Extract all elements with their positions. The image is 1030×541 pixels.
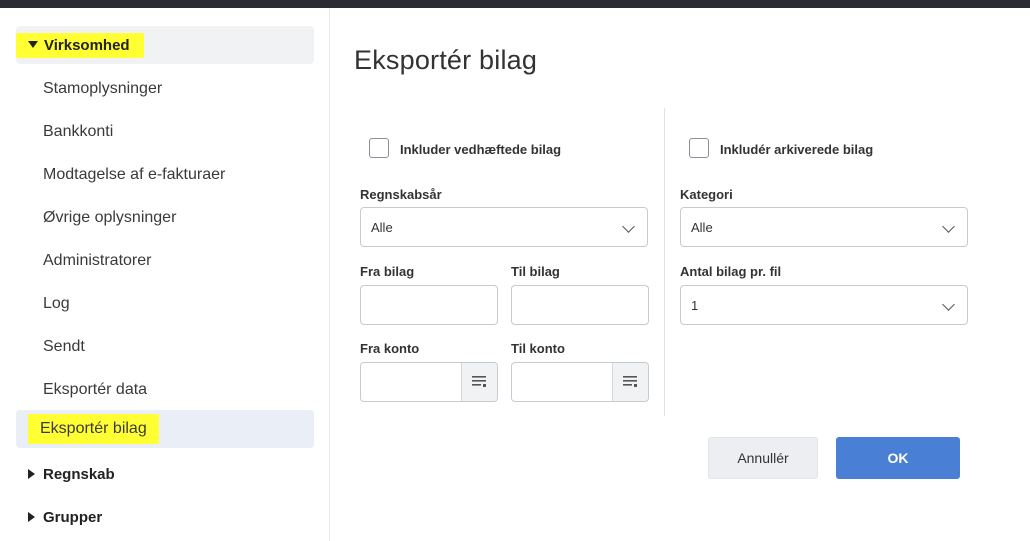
from-account-label: Fra konto (360, 341, 420, 356)
sidebar-item-label: Log (43, 295, 70, 312)
chevron-down-icon (942, 220, 955, 233)
list-search-icon (472, 376, 486, 387)
account-picker-button[interactable] (461, 363, 497, 401)
sidebar-item-label: Bankkonti (43, 123, 114, 140)
column-divider (664, 108, 665, 416)
cancel-button[interactable]: Annullér (708, 437, 818, 479)
to-account-label: Til konto (511, 341, 565, 356)
sidebar-item-stamoplysninger[interactable]: Stamoplysninger (16, 70, 314, 108)
sidebar-item-label: Eksportér data (43, 381, 148, 398)
category-value: Alle (691, 219, 713, 235)
section-grupper-label: Grupper (43, 508, 103, 526)
sidebar-item-sendt[interactable]: Sendt (16, 328, 314, 366)
account-picker-button[interactable] (612, 363, 648, 401)
sidebar-item-label: Modtagelse af e-fakturaer (43, 166, 226, 183)
to-voucher-label: Til bilag (511, 264, 560, 279)
sidebar-item-label: Øvrige oplysninger (43, 209, 177, 226)
highlight-mark: Virksomhed (16, 32, 144, 58)
section-regnskab[interactable]: Regnskab (16, 455, 314, 493)
category-select[interactable]: Alle (680, 207, 968, 247)
caret-right-icon (28, 469, 35, 479)
vouchers-per-file-label: Antal bilag pr. fil (680, 264, 782, 279)
from-account-input[interactable] (360, 362, 498, 402)
sidebar-item-label: Eksportér bilag (28, 414, 159, 444)
sidebar-item-eksporter-data[interactable]: Eksportér data (16, 371, 314, 409)
sidebar: Virksomhed Stamoplysninger Bankkonti Mod… (0, 8, 330, 541)
fiscal-year-select[interactable]: Alle (360, 207, 648, 247)
caret-right-icon (28, 512, 35, 522)
sidebar-item-oevrige-oplysninger[interactable]: Øvrige oplysninger (16, 199, 314, 237)
sidebar-item-label: Stamoplysninger (43, 80, 163, 97)
caret-down-icon (28, 41, 38, 49)
sidebar-item-e-fakturaer[interactable]: Modtagelse af e-fakturaer (16, 156, 314, 194)
page-title: Eksportér bilag (354, 45, 538, 75)
category-label: Kategori (680, 187, 733, 202)
include-archived-label: Inkludér arkiverede bilag (720, 142, 874, 157)
list-search-icon (623, 376, 637, 387)
from-voucher-input[interactable] (360, 285, 498, 325)
chevron-down-icon (942, 298, 955, 311)
fiscal-year-label: Regnskabsår (360, 187, 442, 202)
to-account-input[interactable] (511, 362, 649, 402)
section-virksomhed[interactable]: Virksomhed (16, 26, 314, 64)
ok-button[interactable]: OK (836, 437, 960, 479)
to-voucher-input[interactable] (511, 285, 649, 325)
include-attached-checkbox[interactable] (369, 138, 389, 158)
from-voucher-label: Fra bilag (360, 264, 415, 279)
section-virksomhed-label: Virksomhed (44, 36, 130, 54)
include-attached-label: Inkluder vedhæftede bilag (400, 142, 562, 157)
sidebar-item-bankkonti[interactable]: Bankkonti (16, 113, 314, 151)
sidebar-item-administratorer[interactable]: Administratorer (16, 242, 314, 280)
sidebar-item-log[interactable]: Log (16, 285, 314, 323)
vouchers-per-file-select[interactable]: 1 (680, 285, 968, 325)
sidebar-item-eksporter-bilag[interactable]: Eksportér bilag (16, 410, 314, 448)
fiscal-year-value: Alle (371, 219, 393, 235)
section-regnskab-label: Regnskab (43, 465, 115, 483)
section-grupper[interactable]: Grupper (16, 498, 314, 536)
chevron-down-icon (622, 220, 635, 233)
sidebar-item-label: Administratorer (43, 252, 152, 269)
vouchers-per-file-value: 1 (691, 297, 699, 313)
include-archived-checkbox[interactable] (689, 138, 709, 158)
sidebar-item-label: Sendt (43, 338, 85, 355)
top-bar (0, 0, 1030, 8)
